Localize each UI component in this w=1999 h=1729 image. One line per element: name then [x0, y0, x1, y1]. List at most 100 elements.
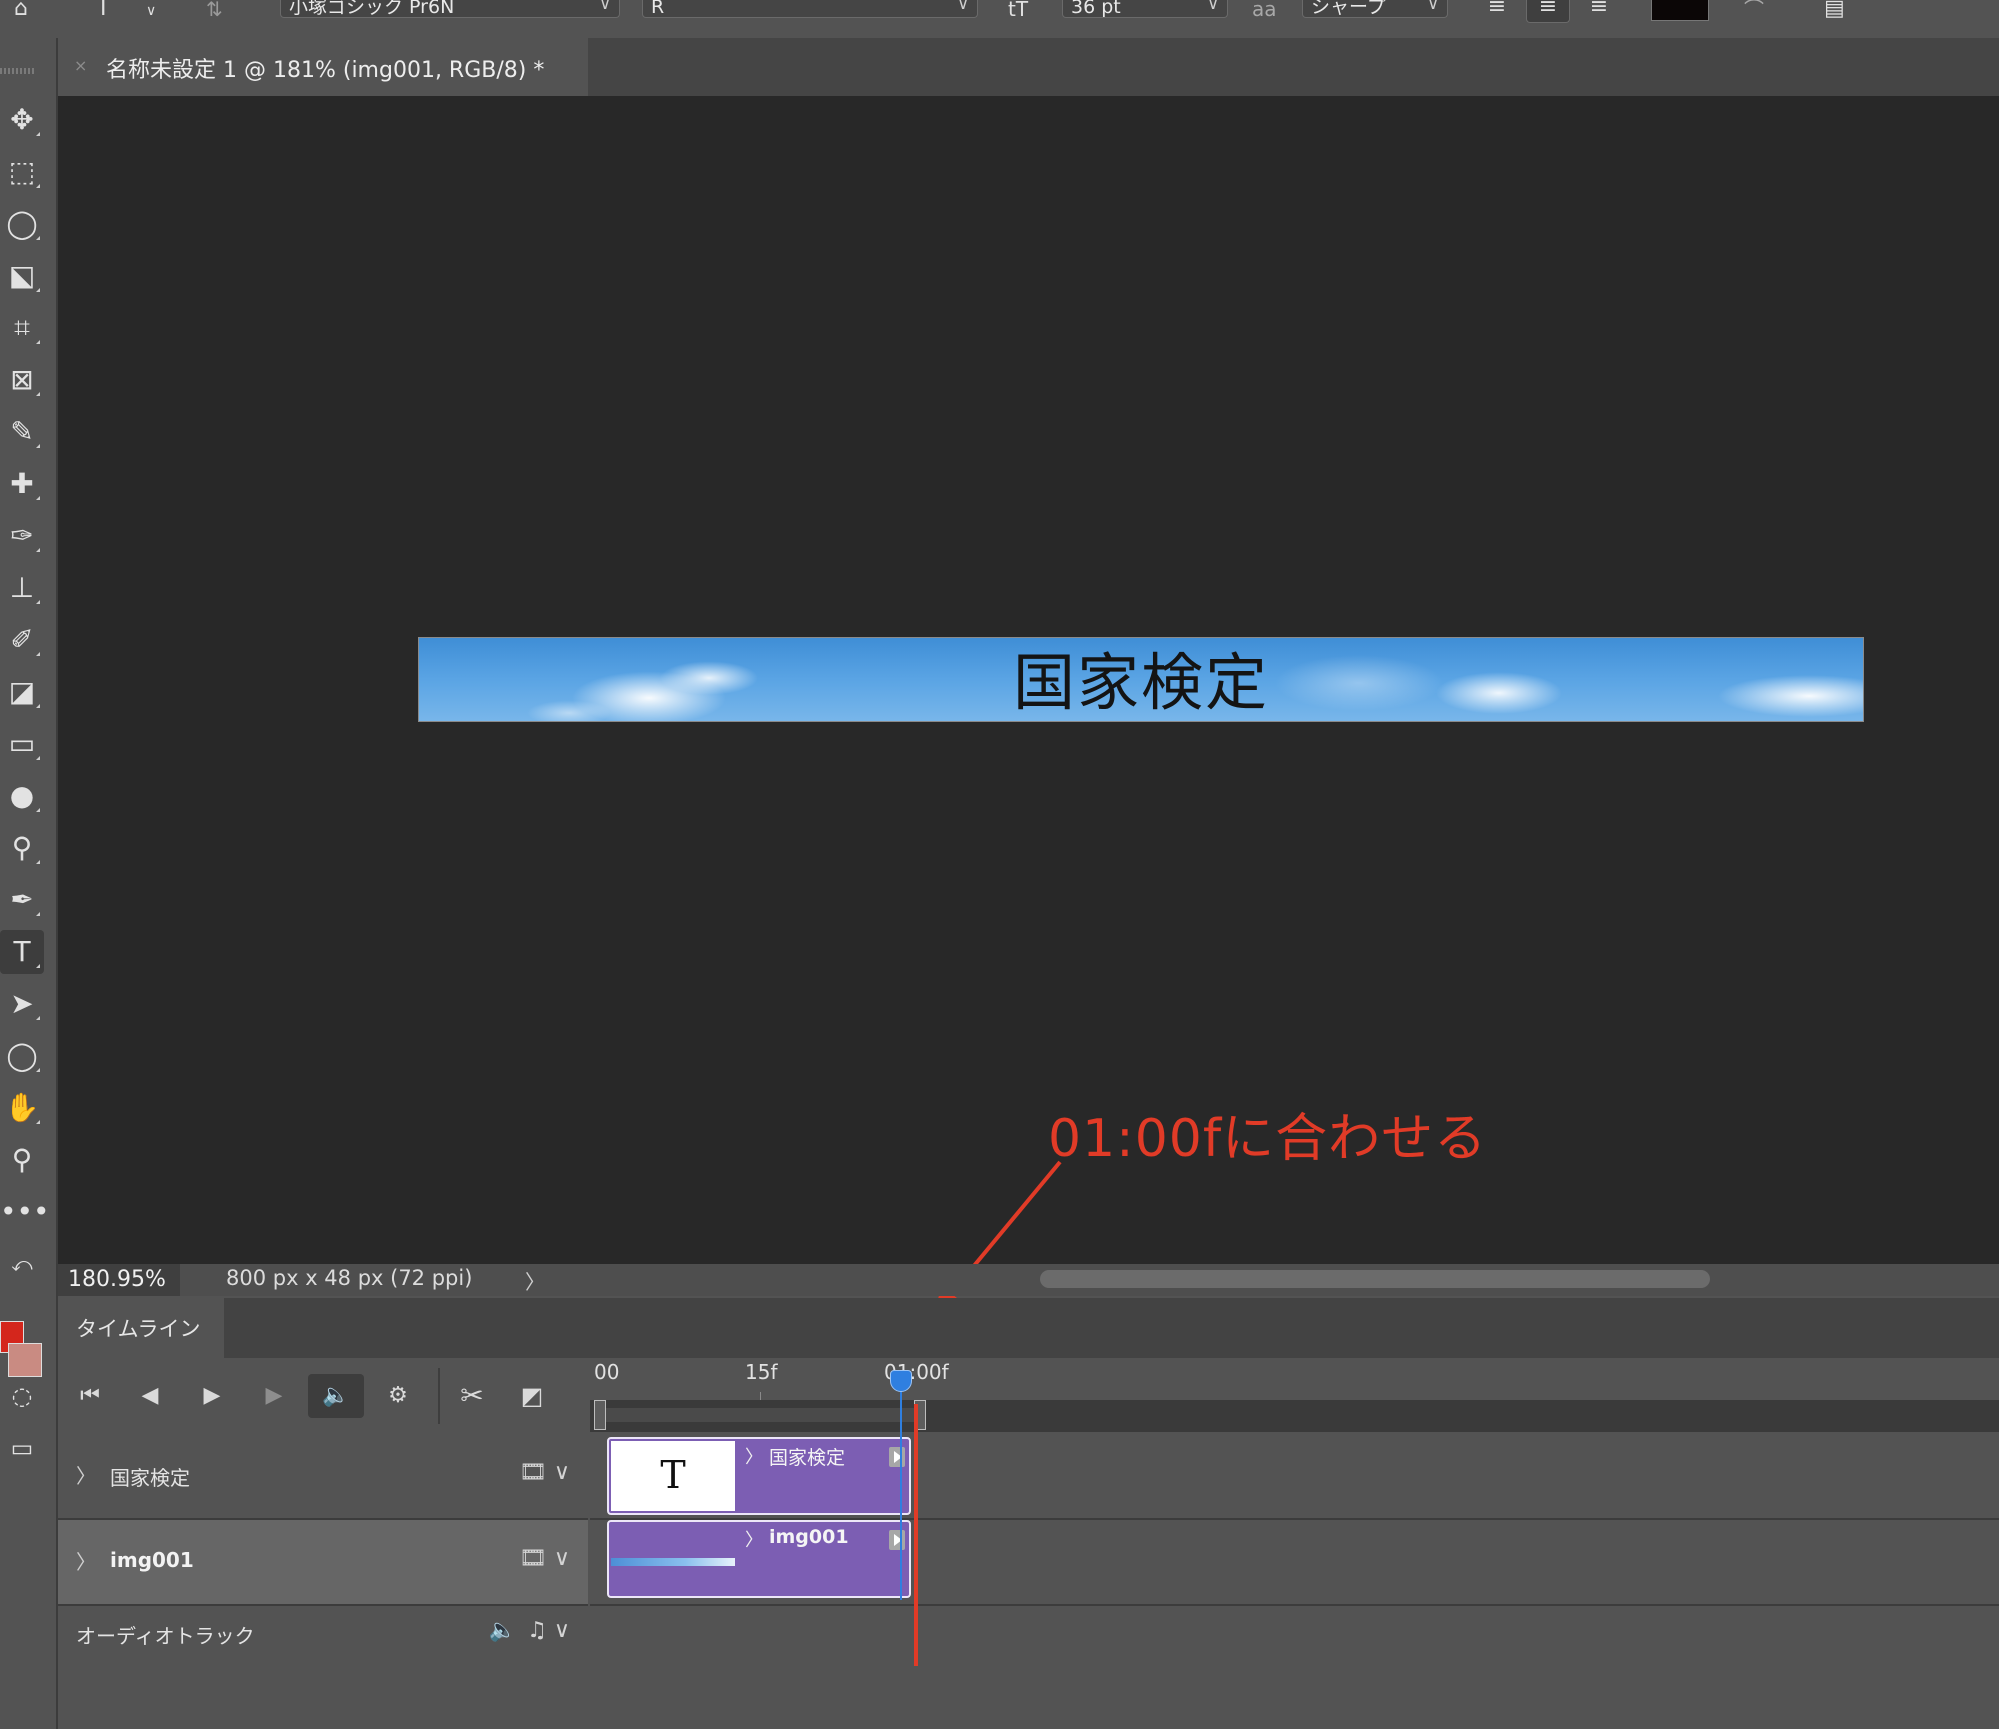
zoom-tool-icon[interactable]: ⚲	[0, 1138, 44, 1182]
brush-tool-icon[interactable]: ✑	[0, 514, 44, 558]
film-strip-icon[interactable]: 🎞 ∨	[519, 1460, 570, 1485]
expand-chevron-icon[interactable]: 〉	[76, 1460, 96, 1489]
font-family-value: 小塚ゴシック Pr6N	[289, 0, 455, 18]
play-button[interactable]: ▶	[190, 1374, 234, 1418]
healing-brush-tool-icon[interactable]: ✚	[0, 462, 44, 506]
zoom-level-field[interactable]: 180.95%	[58, 1264, 180, 1296]
first-frame-icon: ⏮	[80, 1383, 100, 1408]
anti-alias-select[interactable]: シャープ ∨	[1302, 0, 1448, 18]
expand-chevron-icon[interactable]: 〉	[76, 1546, 96, 1575]
align-center-icon: ≡	[1538, 0, 1558, 19]
move-tool-icon[interactable]: ✥	[0, 98, 44, 142]
lasso-tool-icon[interactable]: ◯	[0, 202, 44, 246]
chevron-down-icon: ∨	[1427, 0, 1439, 13]
history-brush-tool-icon[interactable]: ✐	[0, 618, 44, 662]
blur-tool-icon[interactable]: ●	[0, 774, 44, 818]
track-header-image[interactable]: 〉 img001 🎞 ∨	[58, 1520, 588, 1606]
chevron-right-icon[interactable]: 〉	[745, 1443, 763, 1469]
playback-settings-button[interactable]: ⚙	[376, 1374, 420, 1418]
chevron-right-icon[interactable]: 〉	[525, 1266, 545, 1295]
playhead-line	[900, 1390, 902, 1600]
text-color-swatch[interactable]	[1651, 0, 1709, 21]
timeline-empty-area	[58, 1660, 1999, 1729]
work-area-range	[604, 1408, 920, 1422]
gradient-tool-icon[interactable]: ▭	[0, 722, 44, 766]
font-style-value: R	[651, 0, 665, 18]
mute-audio-button[interactable]: 🔈	[308, 1374, 364, 1418]
font-size-value: 36 pt	[1071, 0, 1121, 18]
audio-track-header[interactable]: オーディオトラック 🔈 ♫ ∨	[58, 1606, 588, 1664]
clip-end-icon[interactable]	[889, 1530, 905, 1550]
ellipse-tool-icon[interactable]: ◯	[0, 1034, 44, 1078]
clip-thumbnail: T	[611, 1441, 735, 1511]
speaker-icon[interactable]: 🔈	[489, 1618, 516, 1643]
banner-text[interactable]: 国家検定	[419, 648, 1863, 718]
path-select-tool-icon[interactable]: ➤	[0, 982, 44, 1026]
background-color-swatch[interactable]	[8, 1343, 42, 1377]
clip-label: img001	[769, 1526, 849, 1548]
timeline-ruler[interactable]	[590, 1358, 1999, 1400]
more-tools-icon[interactable]: •••	[0, 1190, 50, 1234]
track-name: img001	[110, 1548, 194, 1572]
horizontal-scrollbar[interactable]	[1040, 1270, 1710, 1288]
next-frame-button[interactable]: ▶	[252, 1374, 296, 1418]
swap-colors-icon[interactable]: ⤺	[0, 1242, 44, 1286]
transition-button[interactable]: ◩	[510, 1374, 554, 1418]
music-note-icon[interactable]: ♫ ∨	[527, 1618, 570, 1643]
object-select-tool-icon[interactable]: ⬕	[0, 254, 44, 298]
document-title: 名称未設定 1 @ 181% (img001, RGB/8) *	[106, 58, 545, 83]
document-tab[interactable]: × 名称未設定 1 @ 181% (img001, RGB/8) *	[58, 38, 588, 96]
timeline-panel-tab[interactable]: タイムライン	[58, 1298, 224, 1358]
character-panel-icon[interactable]: ▤	[1824, 0, 1845, 22]
film-strip-icon[interactable]: 🎞 ∨	[519, 1546, 570, 1571]
eyedropper-tool-icon[interactable]: ✎	[0, 410, 44, 454]
crop-tool-icon[interactable]: ⌗	[0, 306, 44, 350]
track-header-text[interactable]: 〉 国家検定 🎞 ∨	[58, 1434, 588, 1520]
clip-label: 国家検定	[769, 1447, 846, 1469]
close-icon[interactable]: ×	[74, 56, 87, 75]
document-canvas[interactable]: 国家検定	[418, 637, 1864, 722]
split-at-playhead-button[interactable]: ✂	[450, 1374, 494, 1418]
dodge-tool-icon[interactable]: ⚲	[0, 826, 44, 870]
chevron-down-icon: ∨	[1207, 0, 1219, 13]
align-right-icon: ≡	[1589, 0, 1609, 19]
playhead-handle[interactable]	[890, 1370, 912, 1392]
align-right-button[interactable]: ≡	[1578, 0, 1620, 22]
work-area-start-handle[interactable]	[594, 1400, 606, 1430]
chevron-right-icon[interactable]: 〉	[745, 1526, 763, 1552]
type-tool-preset-icon[interactable]: Ⅰ	[100, 0, 107, 22]
align-center-button[interactable]: ≡	[1526, 0, 1570, 23]
clip-text-layer[interactable]: T 〉 国家検定	[607, 1437, 911, 1515]
stamp-tool-icon[interactable]: ⊥	[0, 566, 44, 610]
chevron-down-icon[interactable]: ∨	[146, 2, 156, 24]
ruler-tick	[760, 1392, 761, 1400]
previous-frame-icon: ◀	[141, 1383, 159, 1408]
font-style-select[interactable]: R ∨	[642, 0, 978, 18]
previous-frame-button[interactable]: ◀	[128, 1374, 172, 1418]
font-family-select[interactable]: 小塚ゴシック Pr6N ∨	[280, 0, 620, 18]
clip-end-icon[interactable]	[889, 1447, 905, 1467]
clip-image-layer[interactable]: 〉 img001	[607, 1520, 911, 1598]
audio-track-lane[interactable]	[590, 1606, 1999, 1664]
screen-mode-icon[interactable]: ▭	[0, 1426, 44, 1470]
align-left-button[interactable]: ≡	[1476, 0, 1518, 22]
document-size: 800 px x 48 px (72 ppi)	[226, 1266, 473, 1290]
font-size-select[interactable]: 36 pt ∨	[1062, 0, 1228, 18]
home-icon[interactable]: ⌂	[14, 0, 28, 22]
type-layer-icon: T	[660, 1453, 686, 1497]
toolbar-divider	[438, 1368, 440, 1424]
pen-tool-icon[interactable]: ✒	[0, 878, 44, 922]
hand-tool-icon[interactable]: ✋	[0, 1086, 44, 1130]
frame-tool-icon[interactable]: ⊠	[0, 358, 44, 402]
quick-mask-icon[interactable]: ◌	[0, 1374, 44, 1418]
warp-text-icon[interactable]: ⌒	[1744, 0, 1764, 22]
track-name: 国家検定	[110, 1466, 190, 1490]
marquee-tool-icon[interactable]: ⬚	[0, 150, 44, 194]
type-tool-icon[interactable]: T	[0, 930, 44, 974]
annotation-text: 01:00fに合わせる	[1048, 1109, 1488, 1169]
eraser-tool-icon[interactable]: ◪	[0, 670, 44, 714]
go-to-first-frame-button[interactable]: ⏮	[68, 1374, 112, 1418]
text-orientation-icon[interactable]: ⇅	[206, 0, 223, 22]
toolbar-grip[interactable]	[0, 68, 34, 74]
timeline-panel-header	[58, 1298, 1999, 1358]
